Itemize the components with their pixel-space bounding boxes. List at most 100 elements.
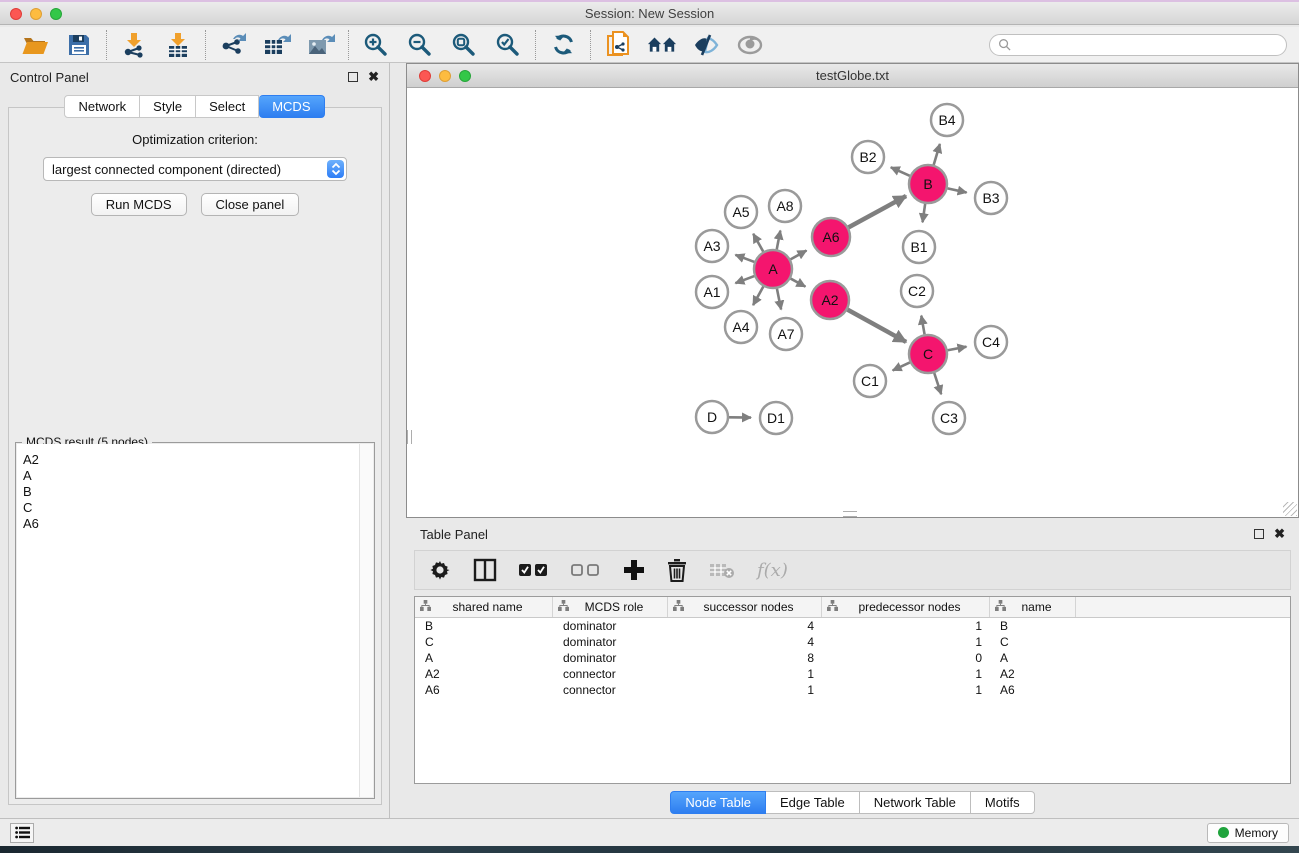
open-session-icon[interactable]: [20, 31, 50, 59]
table-row[interactable]: A6connector11A6: [415, 682, 1290, 698]
edge-A2-C[interactable]: [848, 310, 907, 342]
show-all-icon[interactable]: [735, 31, 765, 59]
task-history-button[interactable]: [10, 823, 34, 843]
column-header[interactable]: predecessor nodes: [822, 597, 990, 617]
float-panel-icon[interactable]: [348, 72, 358, 82]
column-header[interactable]: MCDS role: [553, 597, 668, 617]
node-table[interactable]: shared nameMCDS rolesuccessor nodesprede…: [414, 596, 1291, 784]
optimization-criterion-label: Optimization criterion:: [9, 132, 381, 147]
function-builder-icon[interactable]: f(x): [757, 555, 788, 585]
edge-A-A1[interactable]: [735, 276, 754, 283]
vertical-divider-grip[interactable]: [407, 430, 412, 444]
edge-A-A6[interactable]: [791, 251, 807, 260]
add-column-icon[interactable]: [623, 555, 645, 585]
delete-table-icon[interactable]: [709, 555, 735, 585]
node-label: A5: [732, 204, 749, 220]
select-all-columns-icon[interactable]: [519, 555, 549, 585]
column-selector-icon[interactable]: [473, 555, 497, 585]
cell-shared_name: A: [415, 651, 553, 665]
table-row[interactable]: Adominator80A: [415, 650, 1290, 666]
export-image-icon[interactable]: [306, 31, 336, 59]
tab-select[interactable]: Select: [196, 95, 259, 118]
zoom-selected-icon[interactable]: [493, 31, 523, 59]
export-table-icon[interactable]: [262, 31, 292, 59]
zoom-out-icon[interactable]: [405, 31, 435, 59]
horizontal-divider-grip[interactable]: [843, 511, 857, 517]
delete-column-icon[interactable]: [667, 555, 687, 585]
tab-network-table[interactable]: Network Table: [860, 791, 971, 814]
tab-network[interactable]: Network: [64, 95, 140, 118]
edge-C-C3[interactable]: [934, 373, 941, 394]
zoom-fit-icon[interactable]: [449, 31, 479, 59]
result-item[interactable]: B: [23, 484, 359, 500]
desktop-background: [0, 846, 1299, 853]
table-row[interactable]: Bdominator41B: [415, 618, 1290, 634]
column-header[interactable]: successor nodes: [668, 597, 822, 617]
result-item[interactable]: A6: [23, 516, 359, 532]
edge-B-B1[interactable]: [923, 204, 926, 222]
resize-grip-icon[interactable]: [1283, 502, 1297, 516]
memory-status-icon: [1218, 827, 1229, 838]
edge-A-A3[interactable]: [735, 255, 754, 262]
save-session-icon[interactable]: [64, 31, 94, 59]
deselect-all-columns-icon[interactable]: [571, 555, 601, 585]
cell-shared_name: A2: [415, 667, 553, 681]
result-scrollbar[interactable]: [359, 444, 373, 797]
edge-A-A5[interactable]: [753, 234, 763, 252]
edge-A6-B[interactable]: [849, 196, 907, 227]
mcds-result-list[interactable]: A2ABCA6: [17, 444, 359, 797]
edge-C-C4[interactable]: [948, 347, 967, 351]
edge-C-C2[interactable]: [921, 316, 924, 335]
edge-B-B4[interactable]: [934, 144, 940, 165]
close-table-panel-icon[interactable]: ✖: [1274, 529, 1285, 539]
zoom-in-icon[interactable]: [361, 31, 391, 59]
network-graph[interactable]: AA1A2A3A4A5A6A7A8BB1B2B3B4CC1C2C3C4DD1: [407, 88, 1298, 517]
edge-B-B3[interactable]: [948, 188, 967, 192]
tab-edge-table[interactable]: Edge Table: [766, 791, 860, 814]
table-row[interactable]: A2connector11A2: [415, 666, 1290, 682]
node-label: A6: [822, 229, 839, 245]
cell-successor_nodes: 4: [668, 619, 822, 633]
node-label: C2: [908, 283, 926, 299]
result-item[interactable]: A2: [23, 452, 359, 468]
hide-selected-icon[interactable]: [691, 31, 721, 59]
edge-A-A2[interactable]: [791, 279, 806, 287]
table-row[interactable]: Cdominator41C: [415, 634, 1290, 650]
network-canvas[interactable]: AA1A2A3A4A5A6A7A8BB1B2B3B4CC1C2C3C4DD1: [407, 88, 1298, 517]
column-header[interactable]: name: [990, 597, 1076, 617]
close-panel-icon[interactable]: ✖: [368, 72, 379, 82]
edge-A-A4[interactable]: [753, 287, 763, 306]
export-network-icon[interactable]: [218, 31, 248, 59]
import-table-icon[interactable]: [163, 31, 193, 59]
home-icon[interactable]: [647, 31, 677, 59]
column-edit-icon: [558, 600, 569, 614]
edge-B-B2[interactable]: [891, 167, 910, 176]
column-header[interactable]: shared name: [415, 597, 553, 617]
column-edit-icon: [995, 600, 1006, 614]
tab-mcds[interactable]: MCDS: [259, 95, 324, 118]
tab-motifs[interactable]: Motifs: [971, 791, 1035, 814]
settings-gear-icon[interactable]: [429, 555, 451, 585]
float-table-panel-icon[interactable]: [1254, 529, 1264, 539]
table-body: Bdominator41BCdominator41CAdominator80AA…: [415, 618, 1290, 698]
node-label: C1: [861, 373, 879, 389]
cell-shared_name: B: [415, 619, 553, 633]
refresh-icon[interactable]: [548, 31, 578, 59]
result-item[interactable]: C: [23, 500, 359, 516]
search-field[interactable]: [989, 34, 1287, 56]
cell-successor_nodes: 4: [668, 635, 822, 649]
import-network-icon[interactable]: [119, 31, 149, 59]
edge-A-A7[interactable]: [777, 289, 781, 310]
new-network-from-selection-icon[interactable]: [603, 31, 633, 59]
network-view-window: testGlobe.txt AA1A2A3A4A5A6A7A8BB1B2B3B4…: [406, 63, 1299, 518]
close-panel-button[interactable]: Close panel: [201, 193, 300, 216]
optimization-criterion-select[interactable]: largest connected component (directed): [43, 157, 347, 181]
memory-button[interactable]: Memory: [1207, 823, 1289, 843]
edge-A-A8[interactable]: [777, 231, 781, 250]
run-mcds-button[interactable]: Run MCDS: [91, 193, 187, 216]
search-input[interactable]: [1011, 38, 1278, 52]
edge-C-C1[interactable]: [893, 362, 910, 370]
result-item[interactable]: A: [23, 468, 359, 484]
tab-node-table[interactable]: Node Table: [670, 791, 766, 814]
tab-style[interactable]: Style: [140, 95, 196, 118]
